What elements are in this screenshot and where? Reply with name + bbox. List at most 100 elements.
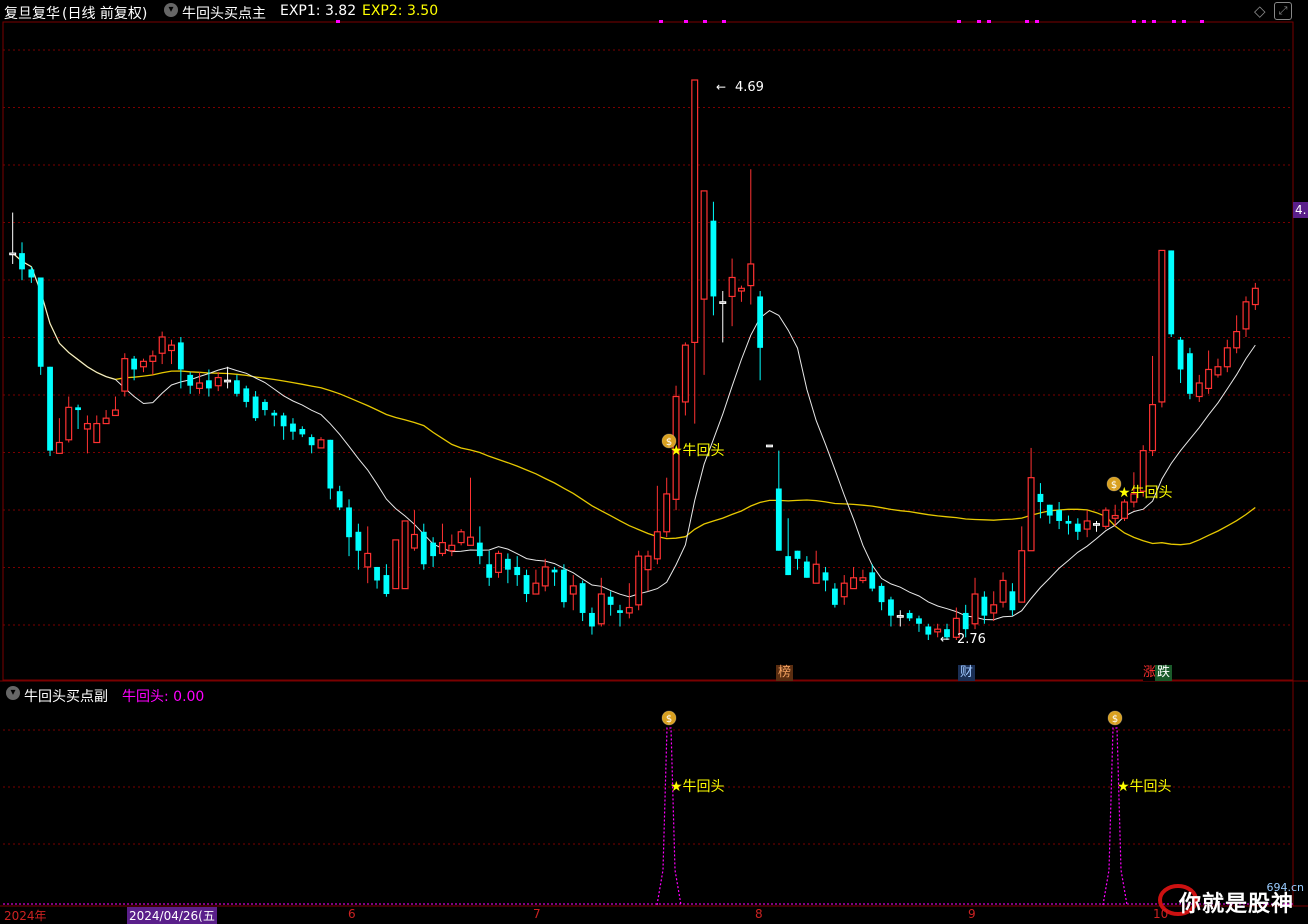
- signal-dot: [659, 20, 663, 23]
- candle-body: [1149, 404, 1157, 452]
- candle-body: [1214, 366, 1222, 376]
- high-price-label: 4.69: [735, 80, 764, 95]
- candle-body: [1242, 301, 1250, 330]
- candle-body: [308, 437, 315, 446]
- x-label-0: 2024年: [4, 909, 47, 923]
- candle-body: [1233, 330, 1241, 349]
- candle-body: [466, 536, 474, 546]
- x-label-5: 9: [968, 907, 976, 921]
- sub-signal-label-1: ★牛回头: [670, 779, 725, 795]
- signal-label-1: ★牛回头: [670, 443, 725, 459]
- sub-indicator-menu-icon[interactable]: ▾: [6, 686, 20, 700]
- candle-body: [234, 380, 240, 394]
- candle-body: [561, 569, 567, 603]
- candle-body: [644, 555, 652, 571]
- candle-body: [719, 301, 727, 304]
- candle-body: [9, 252, 17, 256]
- news-tag-bang[interactable]: 榜: [776, 665, 794, 681]
- signal-label-2: ★牛回头: [1118, 485, 1173, 501]
- ma-short-line: [12, 252, 1256, 621]
- candle-body: [878, 585, 885, 603]
- candle-body: [1065, 520, 1072, 524]
- signal-dot: [977, 20, 981, 23]
- signal-dot: [1182, 20, 1186, 23]
- candle-body: [990, 604, 998, 614]
- candle-body: [317, 439, 325, 449]
- candle-body: [514, 566, 521, 576]
- sub-money-bag-icon-glyph: $: [1112, 714, 1118, 725]
- candle-body: [1158, 249, 1166, 403]
- candle-body: [139, 360, 147, 368]
- candle-body: [1205, 368, 1213, 390]
- watermark-logo: 你就是股神: [1178, 892, 1294, 917]
- candle-body: [663, 493, 671, 533]
- candle-body: [214, 376, 222, 387]
- candle-body: [131, 358, 138, 370]
- candle-body: [1074, 523, 1081, 532]
- candle-body: [1083, 520, 1091, 530]
- candle-body: [691, 79, 699, 344]
- candle-body: [925, 626, 932, 635]
- candle-body: [1092, 523, 1100, 526]
- candle-body: [775, 488, 782, 551]
- candle-body: [121, 358, 129, 392]
- candle-body: [1009, 591, 1016, 611]
- candle-body: [1168, 250, 1175, 335]
- candle-body: [617, 610, 623, 613]
- news-tag-die[interactable]: 跌: [1155, 665, 1173, 681]
- candle-body: [765, 444, 773, 448]
- x-label-3: 7: [533, 907, 541, 921]
- candle-body: [1056, 510, 1063, 521]
- x-label-2: 6: [348, 907, 356, 921]
- candle-body: [75, 407, 81, 411]
- candle-body: [747, 263, 755, 287]
- x-label-1[interactable]: 2024/04/26(五: [127, 907, 217, 924]
- candle-body: [65, 406, 73, 441]
- candle-body: [457, 531, 465, 544]
- candlestick-chart[interactable]: $$ $ $: [0, 0, 1308, 922]
- candle-body: [37, 277, 44, 367]
- candle-body: [1177, 339, 1184, 370]
- sub-signal-label-2: ★牛回头: [1117, 779, 1172, 795]
- candle-body: [532, 582, 540, 595]
- candle-body: [916, 618, 922, 624]
- candles: [9, 79, 1259, 640]
- signal-dot: [1132, 20, 1136, 23]
- candle-body: [999, 579, 1007, 603]
- candle-body: [635, 555, 643, 606]
- signal-dot: [684, 20, 688, 23]
- low-price-arrow: ←: [940, 632, 951, 646]
- candle-body: [383, 575, 390, 595]
- candle-body: [1195, 382, 1203, 398]
- candle-body: [1187, 353, 1193, 394]
- candle-body: [486, 564, 493, 578]
- candle-body: [888, 599, 894, 616]
- candle-body: [831, 588, 838, 605]
- high-price-arrow: ←: [716, 80, 727, 94]
- signal-dot: [1152, 20, 1156, 23]
- low-price-label: 2.76: [957, 632, 986, 647]
- candle-body: [589, 612, 595, 627]
- news-tag-cai[interactable]: 财: [958, 665, 976, 681]
- candle-body: [271, 412, 278, 416]
- candle-body: [83, 422, 91, 430]
- signal-dot: [1142, 20, 1146, 23]
- candle-body: [971, 593, 979, 625]
- candle-body: [262, 401, 268, 411]
- candle-body: [224, 379, 232, 383]
- sub-indicator-name[interactable]: 牛回头买点副: [24, 686, 108, 706]
- ma-long-line: [12, 252, 1256, 546]
- x-axis: 2024年 2024/04/26(五 6 7 8 9 10: [0, 906, 1308, 924]
- x-label-6: 10: [1153, 907, 1169, 921]
- candle-body: [149, 355, 157, 362]
- candle-body: [681, 344, 689, 403]
- signal-dot: [722, 20, 726, 23]
- candle-body: [355, 531, 362, 551]
- candle-body: [1018, 550, 1026, 603]
- candle-body: [327, 439, 334, 489]
- candle-body: [962, 612, 969, 630]
- candle-body: [869, 572, 876, 589]
- candle-body: [1046, 504, 1053, 516]
- candle-body: [541, 566, 549, 587]
- candle-body: [1223, 347, 1231, 368]
